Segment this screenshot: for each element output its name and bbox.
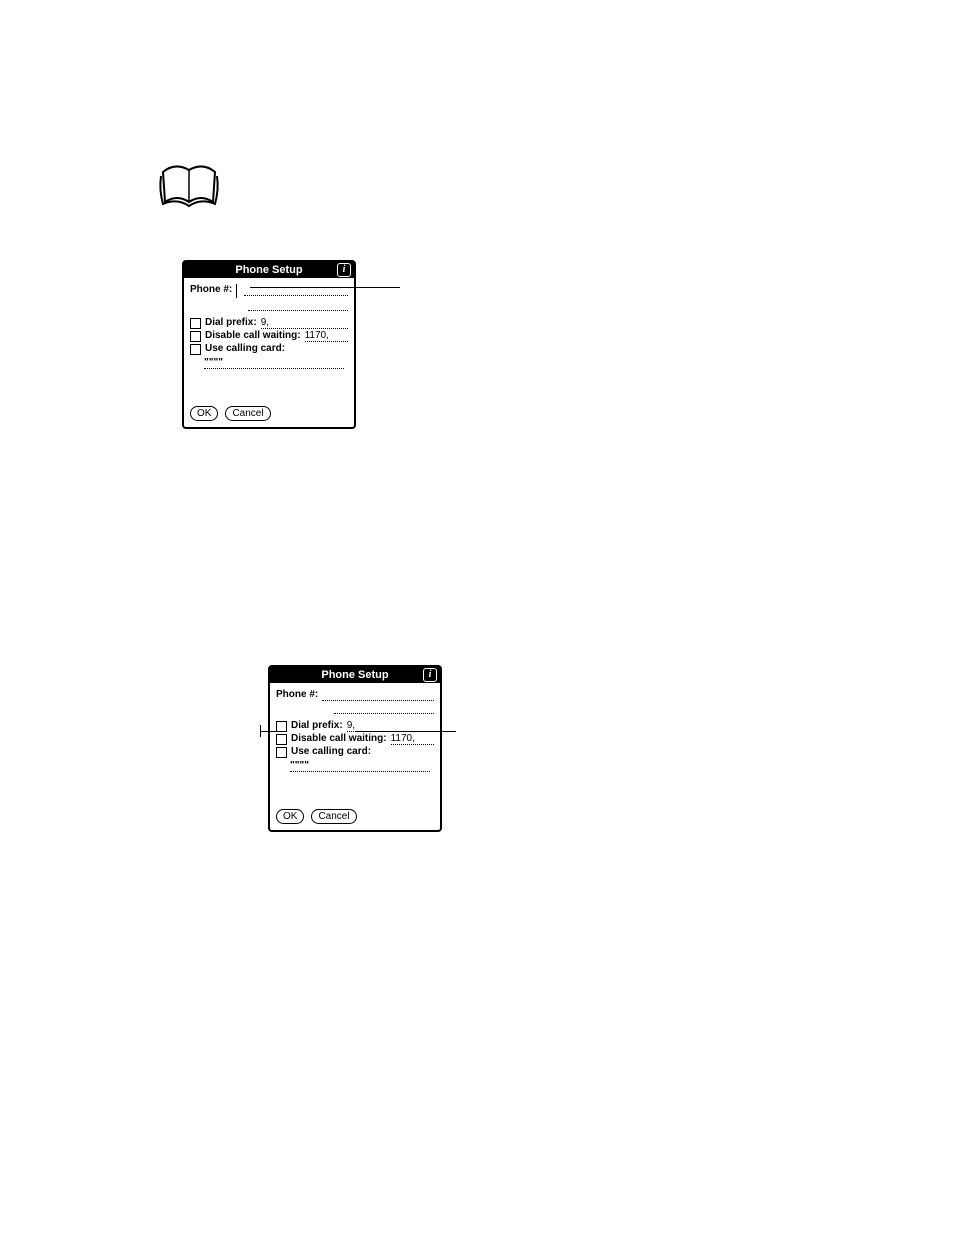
dialog-title: Phone Setup xyxy=(321,669,388,681)
heading-prefix: Entering a prefix xyxy=(130,490,264,510)
prefix-step-3: 3. Tap OK. xyxy=(130,875,815,895)
callout-leader-2h xyxy=(260,731,280,732)
callout-leader-2v xyxy=(260,725,261,737)
cancel-button[interactable]: Cancel xyxy=(225,406,270,421)
calling-card-field[interactable]: """" xyxy=(204,357,344,369)
dcw-desc: Call Waiting can cause your session to t… xyxy=(130,940,815,979)
phone-setup-dialog-2: Phone Setup i Phone #: Dial prefix: 9, D… xyxy=(268,665,442,832)
callout-leader-2b xyxy=(356,731,456,732)
prefix-step-1: 1. Tap the Dial Prefix check box to sele… xyxy=(130,605,815,625)
calling-card-checkbox[interactable] xyxy=(190,344,201,355)
callout-2: Select here xyxy=(180,723,255,743)
dial-prefix-checkbox[interactable] xyxy=(190,318,201,329)
dial-prefix-field[interactable]: 9, xyxy=(261,317,348,329)
calling-card-checkbox[interactable] xyxy=(276,747,287,758)
phone-field-2[interactable] xyxy=(248,299,348,311)
disable-call-waiting-field[interactable]: 1170, xyxy=(305,330,348,342)
step-2: 2. Enter the phone number you use to con… xyxy=(130,450,815,470)
heading-dcw: Disabling Call Waiting xyxy=(130,915,308,935)
ok-button[interactable]: OK xyxy=(190,406,218,421)
phone-field[interactable] xyxy=(244,284,348,296)
disable-call-waiting-label: Disable call waiting: xyxy=(205,330,301,341)
page-title: Setting Preferences for Your Organizer xyxy=(618,1181,824,1195)
page-number: Page 198 xyxy=(130,1181,182,1195)
cancel-button[interactable]: Cancel xyxy=(311,809,356,824)
disable-call-waiting-checkbox[interactable] xyxy=(190,331,201,342)
disable-call-waiting-checkbox[interactable] xyxy=(276,734,287,745)
to-enter-prefix: To enter a prefix: xyxy=(130,575,815,595)
note-text: It's a good idea to add at least three c… xyxy=(230,180,810,239)
callout-leader-1 xyxy=(250,287,400,288)
calling-card-field[interactable]: """" xyxy=(290,760,430,772)
disable-call-waiting-label: Disable call waiting: xyxy=(291,733,387,744)
prefix-step-2: 2. Enter the prefix. xyxy=(130,850,815,870)
dial-prefix-label: Dial prefix: xyxy=(291,720,343,731)
caret-icon xyxy=(236,284,240,298)
info-icon[interactable]: i xyxy=(337,263,351,277)
calling-card-label: Use calling card: xyxy=(291,746,371,757)
phone-label: Phone #: xyxy=(276,689,318,700)
dialog-titlebar: Phone Setup i xyxy=(184,262,354,278)
phone-field[interactable] xyxy=(322,689,434,701)
info-icon[interactable]: i xyxy=(423,668,437,682)
calling-card-label: Use calling card: xyxy=(205,343,285,354)
ok-button[interactable]: OK xyxy=(276,809,304,824)
dial-prefix-label: Dial prefix: xyxy=(205,317,257,328)
prefix-desc: A prefix is a number that you dial befor… xyxy=(130,515,815,554)
phone-field-2[interactable] xyxy=(334,702,434,714)
dialog-titlebar: Phone Setup i xyxy=(270,667,440,683)
phone-label: Phone #: xyxy=(190,284,232,295)
callout-1: Enter your ISP phone number xyxy=(410,273,577,293)
disable-call-waiting-field[interactable]: 1170, xyxy=(391,733,434,745)
phone-setup-dialog-1: Phone Setup i Phone #: Dial prefix: 9, D… xyxy=(182,260,356,429)
dialog-title: Phone Setup xyxy=(235,264,302,276)
book-icon xyxy=(155,160,225,220)
